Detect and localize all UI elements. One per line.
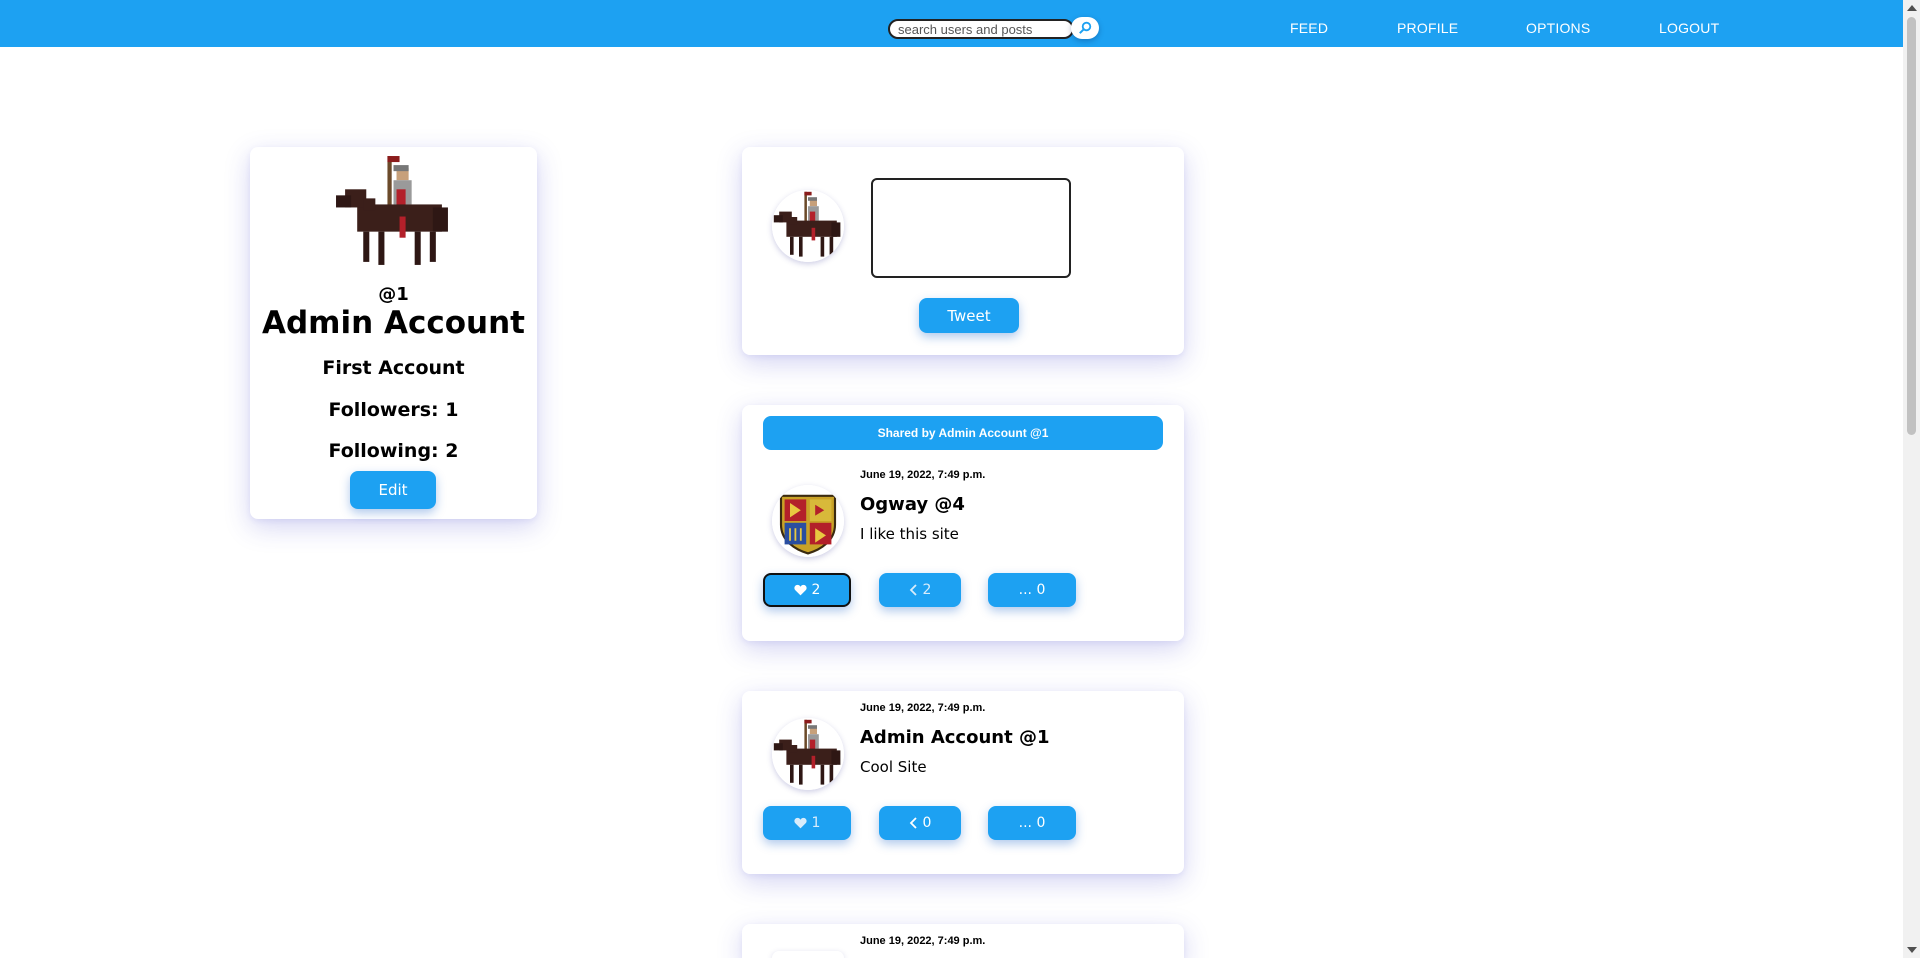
search-input[interactable]	[888, 19, 1074, 39]
tweet-composer-card: Tweet	[742, 147, 1184, 355]
nav-profile-link[interactable]: PROFILE	[1397, 20, 1458, 36]
comment-count: ... 0	[1018, 582, 1046, 598]
profile-handle: @1	[378, 284, 409, 305]
post-card: June 19, 2022, 7:49 p.m. Admin Account @…	[742, 691, 1184, 874]
comment-count: ... 0	[1018, 815, 1046, 831]
nav-options-link[interactable]: OPTIONS	[1526, 20, 1590, 36]
top-navigation-bar: FEED PROFILE OPTIONS LOGOUT	[0, 0, 1903, 47]
post-avatar[interactable]	[772, 951, 844, 958]
composer-avatar	[772, 190, 844, 262]
nav-feed-link[interactable]: FEED	[1290, 20, 1328, 36]
scroll-up-arrow-icon[interactable]	[1907, 5, 1917, 11]
post-card: June 19, 2022, 7:49 p.m.	[742, 924, 1184, 958]
like-count: 2	[811, 582, 821, 598]
knight-on-horse-icon	[772, 190, 844, 262]
post-avatar[interactable]	[772, 718, 844, 790]
page-scrollbar[interactable]	[1903, 0, 1920, 958]
post-text: I like this site	[860, 525, 959, 543]
following-count[interactable]: Following: 2	[250, 440, 537, 462]
followers-count[interactable]: Followers: 1	[250, 399, 537, 421]
tweet-text-input[interactable]	[871, 178, 1071, 278]
profile-card: @1 Admin Account First Account Followers…	[250, 147, 537, 519]
heart-icon	[793, 584, 807, 596]
post-text: Cool Site	[860, 758, 927, 776]
search-icon	[1079, 21, 1092, 34]
knight-on-horse-icon	[333, 153, 454, 274]
post-card: Shared by Admin Account @1 June 19, 2022…	[742, 405, 1184, 641]
edit-profile-button[interactable]: Edit	[350, 471, 436, 509]
like-count: 1	[811, 815, 821, 831]
profile-bio: First Account	[322, 357, 465, 379]
comments-button[interactable]: ... 0	[988, 573, 1076, 607]
share-button[interactable]: 0	[879, 806, 961, 840]
post-avatar[interactable]	[772, 485, 844, 557]
post-author[interactable]: Ogway @4	[860, 494, 965, 515]
share-count: 0	[922, 815, 932, 831]
heraldic-shield-icon	[772, 485, 844, 557]
share-chevron-icon	[909, 584, 917, 596]
tweet-button[interactable]: Tweet	[919, 298, 1019, 333]
share-button[interactable]: 2	[879, 573, 961, 607]
post-date: June 19, 2022, 7:49 p.m.	[860, 469, 986, 481]
search-button[interactable]	[1071, 17, 1099, 39]
knight-on-horse-icon	[772, 718, 844, 790]
like-button[interactable]: 2	[763, 573, 851, 607]
like-button[interactable]: 1	[763, 806, 851, 840]
nav-logout-link[interactable]: LOGOUT	[1659, 20, 1719, 36]
share-count: 2	[922, 582, 932, 598]
share-chevron-icon	[909, 817, 917, 829]
heart-icon	[793, 817, 807, 829]
shared-by-banner[interactable]: Shared by Admin Account @1	[763, 416, 1163, 450]
post-date: June 19, 2022, 7:49 p.m.	[860, 702, 986, 714]
post-date: June 19, 2022, 7:49 p.m.	[860, 935, 986, 947]
scroll-down-arrow-icon[interactable]	[1907, 947, 1917, 953]
scrollbar-thumb[interactable]	[1907, 17, 1916, 435]
comments-button[interactable]: ... 0	[988, 806, 1076, 840]
profile-name: Admin Account	[262, 305, 525, 341]
post-author[interactable]: Admin Account @1	[860, 727, 1049, 748]
profile-avatar	[333, 153, 454, 274]
